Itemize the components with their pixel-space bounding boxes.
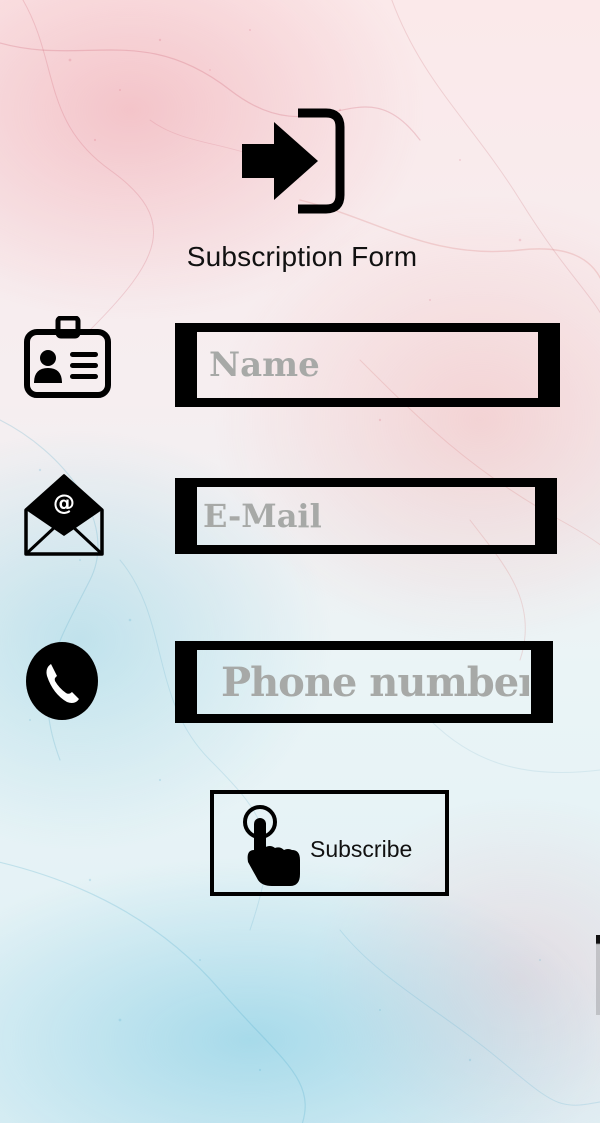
- name-field-frame: [175, 323, 560, 407]
- email-field-frame: [175, 478, 557, 554]
- subscribe-button[interactable]: Subscribe: [210, 790, 449, 896]
- login-arrow-icon: [242, 108, 345, 214]
- phone-input[interactable]: [197, 650, 531, 714]
- phone-field-frame: [175, 641, 553, 723]
- email-input[interactable]: [197, 487, 535, 545]
- pointing-hand-icon: [243, 805, 300, 886]
- id-badge-icon: [24, 316, 111, 398]
- subscribe-label: Subscribe: [310, 836, 413, 862]
- page-title: Subscription Form: [186, 241, 418, 272]
- svg-text:@: @: [53, 491, 75, 516]
- name-input[interactable]: [197, 332, 538, 398]
- envelope-at-icon: @: [24, 474, 104, 556]
- phone-icon: [26, 642, 98, 720]
- scroll-indicator: [596, 935, 600, 1015]
